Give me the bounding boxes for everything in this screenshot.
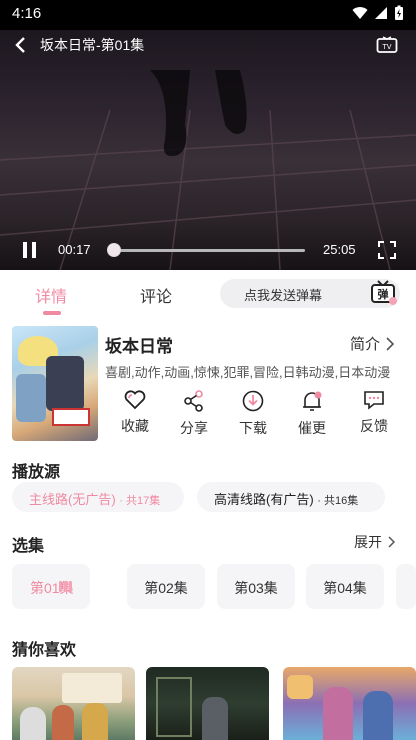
danmu-placeholder: 点我发送弹幕 [244, 288, 323, 303]
bell-icon [303, 391, 322, 411]
action-label: 下载 [239, 420, 267, 436]
anime-tags: 喜剧,动作,动画,惊悚,犯罪,冒险,日韩动漫,日本动漫 [105, 365, 391, 380]
favorite-button[interactable]: 收藏 [110, 390, 160, 436]
share-button[interactable]: 分享 [169, 390, 219, 438]
recommend-cover-title-art [62, 673, 122, 703]
episode-item-partial[interactable] [396, 564, 416, 609]
sources-title: 播放源 [12, 464, 61, 481]
danmu-icon-label: 弹 [378, 287, 389, 301]
share-icon [184, 390, 203, 412]
episode-label: 第03集 [234, 580, 278, 596]
signal-icon [375, 7, 387, 19]
episode-label: 第04集 [323, 580, 367, 596]
episode-item[interactable]: 第02集 [127, 564, 205, 609]
danmu-icon: 弹 [371, 280, 397, 305]
action-label: 收藏 [121, 418, 149, 434]
tv-icon: TV [376, 36, 398, 53]
tab-bar: 详情 评论 点我发送弹幕 弹 [0, 270, 416, 318]
action-row: 收藏 分享 下载 催更 反馈 [105, 390, 405, 440]
episodes-title: 选集 [12, 538, 45, 555]
download-button[interactable]: 下载 [228, 390, 278, 438]
player-controls: 00:17 25:05 [0, 230, 416, 270]
recommend-cover-art [323, 687, 353, 740]
feedback-button[interactable]: 反馈 [349, 390, 399, 436]
tab-comment[interactable]: 评论 [140, 283, 172, 307]
progress-track[interactable] [112, 249, 305, 252]
expand-label: 展开 [354, 534, 382, 550]
episode-label: 第02集 [144, 580, 188, 596]
source-name: 高清线路(有广告) [214, 492, 314, 507]
fullscreen-icon [378, 241, 396, 259]
episode-item[interactable]: 第04集 [306, 564, 384, 609]
recommend-cover-art [202, 697, 228, 740]
recommend-cover-art [20, 707, 46, 740]
poster-art-figure-2 [16, 374, 46, 422]
status-time: 4:16 [12, 5, 42, 22]
action-label: 分享 [180, 420, 208, 436]
pause-icon [23, 242, 27, 258]
recommend-cover-art [82, 703, 108, 740]
source-count: · 共17集 [119, 495, 161, 507]
anime-poster[interactable] [12, 326, 98, 441]
video-player[interactable]: 坂本日常-第01集 TV 00:17 25:05 [0, 30, 416, 270]
recommend-card[interactable] [12, 667, 135, 740]
playing-icon [59, 581, 72, 592]
cast-button[interactable]: TV [376, 36, 398, 60]
download-icon [242, 390, 264, 412]
source-count: · 共16集 [317, 495, 359, 507]
pause-button[interactable] [20, 240, 40, 260]
intro-link[interactable]: 简介 [350, 333, 395, 354]
player-title: 坂本日常-第01集 [40, 37, 145, 53]
intro-label: 简介 [350, 336, 381, 353]
danmu-toggle[interactable]: 弹 [370, 280, 398, 311]
expand-button[interactable]: 展开 [354, 532, 395, 552]
anime-title: 坂本日常 [105, 337, 173, 356]
wifi-icon [352, 7, 368, 20]
chevron-left-icon [15, 37, 25, 53]
recommend-cover-art [156, 677, 192, 737]
recommend-cover-art [363, 691, 393, 740]
status-icons [352, 5, 404, 21]
source-chip-main[interactable]: 主线路(无广告) · 共17集 [12, 482, 184, 512]
source-name: 主线路(无广告) [29, 492, 116, 507]
poster-logo [52, 408, 90, 426]
recommend-title: 猜你喜欢 [12, 642, 77, 659]
current-time: 00:17 [58, 242, 91, 257]
battery-icon [395, 5, 403, 20]
feedback-icon [364, 391, 384, 410]
status-bar: 4:16 [0, 0, 416, 30]
episode-item[interactable]: 第01集 [12, 564, 90, 609]
heart-icon [124, 390, 146, 410]
detail-panel: 详情 评论 点我发送弹幕 弹 坂本日常 简介 喜剧,动作,动画,惊悚,犯罪,冒险… [0, 270, 416, 740]
tab-indicator [43, 311, 61, 315]
svg-text:TV: TV [381, 43, 391, 51]
recommend-cover-art [287, 675, 313, 699]
fullscreen-button[interactable] [378, 241, 396, 262]
pause-icon-bar [32, 242, 36, 258]
recommend-card[interactable] [146, 667, 269, 740]
source-chip-hd[interactable]: 高清线路(有广告) · 共16集 [197, 482, 385, 512]
total-time: 25:05 [323, 242, 356, 257]
action-label: 催更 [298, 420, 326, 436]
urge-update-button[interactable]: 催更 [287, 390, 337, 438]
chevron-right-icon [386, 336, 395, 351]
action-label: 反馈 [360, 418, 388, 434]
poster-art-figure [46, 356, 84, 411]
tab-detail[interactable]: 详情 [35, 283, 67, 307]
back-button[interactable] [0, 30, 40, 60]
chevron-right-icon [388, 536, 395, 548]
player-title-bar: 坂本日常-第01集 [0, 30, 416, 60]
recommend-cover-art [52, 705, 74, 740]
recommend-card[interactable] [283, 667, 416, 740]
progress-knob[interactable] [107, 243, 122, 257]
episode-item[interactable]: 第03集 [217, 564, 295, 609]
